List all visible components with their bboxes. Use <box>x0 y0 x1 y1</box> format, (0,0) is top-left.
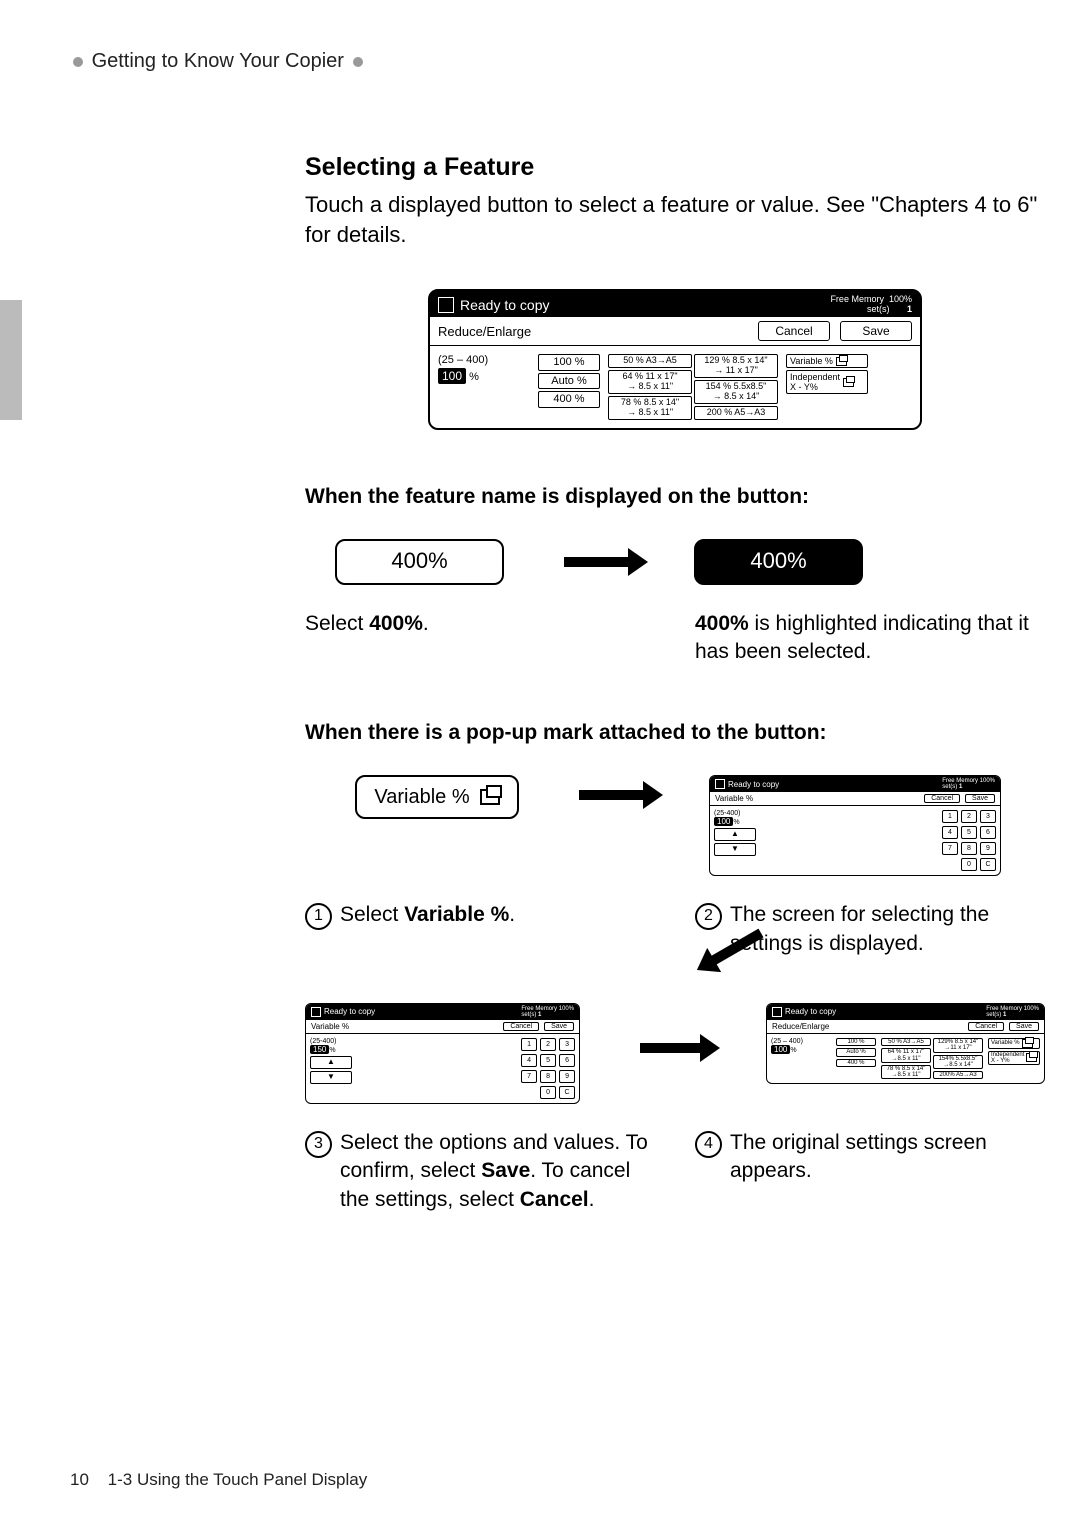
popup-icon <box>836 357 847 366</box>
case1-heading: When the feature name is displayed on th… <box>305 485 1045 509</box>
example-400-button-selected: 400% <box>694 539 863 585</box>
arrow-icon <box>579 790 649 800</box>
preset-400[interactable]: 400 % <box>538 391 600 408</box>
ratio-129[interactable]: 129 % 8.5 x 14" → 11 x 17" <box>694 354 778 378</box>
status-icon <box>438 297 454 313</box>
preset-auto[interactable]: Auto % <box>538 373 600 390</box>
example-variable-button[interactable]: Variable % <box>355 775 519 819</box>
intro-text: Touch a displayed button to select a fea… <box>305 190 1045 249</box>
value-area: (25 – 400) 100 % <box>438 354 530 419</box>
page-footer: 10 1-3 Using the Touch Panel Display <box>70 1470 367 1490</box>
arrow-icon <box>564 557 634 567</box>
copier-screen: Ready to copy Free Memory 100% set(s) 1 … <box>428 289 922 429</box>
mini-screen-return: Ready to copyFree Memory 100%set(s) 1 Re… <box>766 1003 1045 1084</box>
bullet-icon <box>73 57 83 67</box>
popup-icon <box>843 378 854 387</box>
case1-text-right: 400% is highlighted indicating that it h… <box>695 610 1045 667</box>
status-text: Ready to copy <box>460 297 550 313</box>
page-number: 10 <box>70 1470 89 1489</box>
footer-text: 1-3 Using the Touch Panel Display <box>108 1470 368 1489</box>
running-head-text: Getting to Know Your Copier <box>92 50 344 72</box>
ratio-50[interactable]: 50 % A3→A5 <box>608 354 692 368</box>
example-400-button[interactable]: 400% <box>335 539 504 585</box>
ratio-154[interactable]: 154 % 5.5x8.5" → 8.5 x 14" <box>694 380 778 404</box>
memory-status: Free Memory 100% set(s) 1 <box>830 295 912 315</box>
mini-screen-150: Ready to copyFree Memory 100%set(s) 1 Va… <box>305 1003 580 1104</box>
ratio-64[interactable]: 64 % 11 x 17" → 8.5 x 11" <box>608 370 692 394</box>
preset-100[interactable]: 100 % <box>538 354 600 371</box>
chapter-tab <box>0 300 22 420</box>
case1-text-left: Select 400%. <box>305 610 655 667</box>
step-3: 3 Select the options and values. To conf… <box>305 1129 655 1214</box>
independent-xy-button[interactable]: Independent X - Y% <box>786 370 868 394</box>
running-head: Getting to Know Your Copier <box>70 50 1010 73</box>
step-4: 4The original settings screen appears. <box>695 1129 1045 1214</box>
save-button[interactable]: Save <box>840 321 912 341</box>
variable-pct-button[interactable]: Variable % <box>786 354 868 368</box>
cancel-button[interactable]: Cancel <box>758 321 830 341</box>
bullet-icon <box>353 57 363 67</box>
ratio-78[interactable]: 78 % 8.5 x 14" → 8.5 x 11" <box>608 396 692 420</box>
ratio-200[interactable]: 200 % A5→A3 <box>694 406 778 420</box>
mini-screen-variable: Ready to copyFree Memory 100%set(s) 1 Va… <box>709 775 1001 876</box>
case2-heading: When there is a pop-up mark attached to … <box>305 721 1045 745</box>
value-display: 100 <box>438 368 466 384</box>
step-1: 1Select Variable %. <box>305 901 655 958</box>
step-2: 2The screen for selecting the settings i… <box>695 901 1045 958</box>
arrow-icon <box>640 1043 706 1053</box>
tab-reduce-enlarge[interactable]: Reduce/Enlarge <box>438 324 748 339</box>
section-title: Selecting a Feature <box>305 153 1045 182</box>
keypad[interactable]: 123 456 789 0C <box>942 810 996 871</box>
popup-icon <box>480 789 500 805</box>
